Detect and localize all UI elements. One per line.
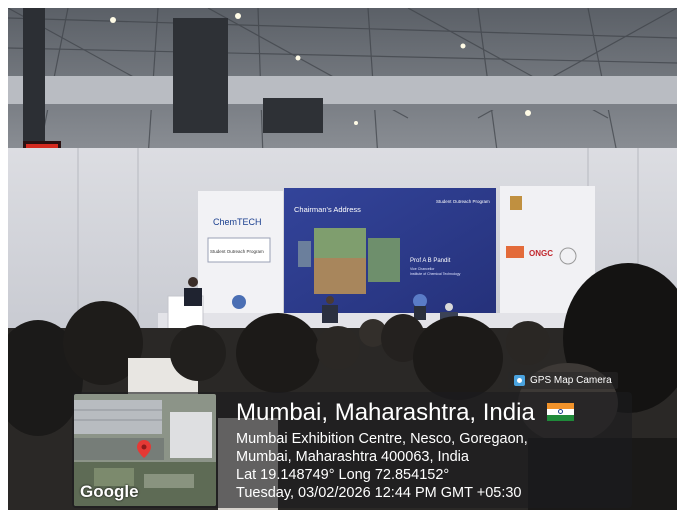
place-title: Mumbai, Maharashtra, India bbox=[236, 399, 575, 427]
datetime-text: Tuesday, 03/02/2026 12:44 PM GMT +05:30 bbox=[236, 485, 522, 501]
program-name-left: Student Outreach Program bbox=[210, 249, 264, 254]
address-line-1: Mumbai Exhibition Centre, Nesco, Goregao… bbox=[236, 431, 528, 447]
location-pin-icon bbox=[137, 440, 151, 458]
chemtech-logo: ChemTECH bbox=[213, 217, 262, 227]
speaker-role-1: Vice Chancellor bbox=[410, 267, 435, 271]
india-flag-icon bbox=[547, 402, 575, 421]
speaker-role-2: Institute of Chemical Technology bbox=[410, 272, 461, 276]
gps-map-camera-badge: GPS Map Camera bbox=[508, 372, 618, 389]
coordinates-text: Lat 19.148749° Long 72.854152° bbox=[236, 467, 450, 483]
place-title-text: Mumbai, Maharashtra, India bbox=[236, 399, 535, 426]
ongc-logo: ONGC bbox=[529, 249, 553, 258]
camera-app-icon bbox=[514, 375, 525, 386]
speaker-name: Prof A B Pandit bbox=[410, 258, 451, 264]
slide-heading: Chairman's Address bbox=[294, 205, 361, 214]
program-name-slide: Student Outreach Program bbox=[436, 199, 490, 204]
google-logo: Google bbox=[80, 482, 139, 501]
gps-app-label: GPS Map Camera bbox=[530, 375, 612, 386]
address-block: Mumbai Exhibition Centre, Nesco, Goregao… bbox=[236, 430, 528, 502]
address-line-2: Mumbai, Maharashtra 400063, India bbox=[236, 449, 469, 465]
